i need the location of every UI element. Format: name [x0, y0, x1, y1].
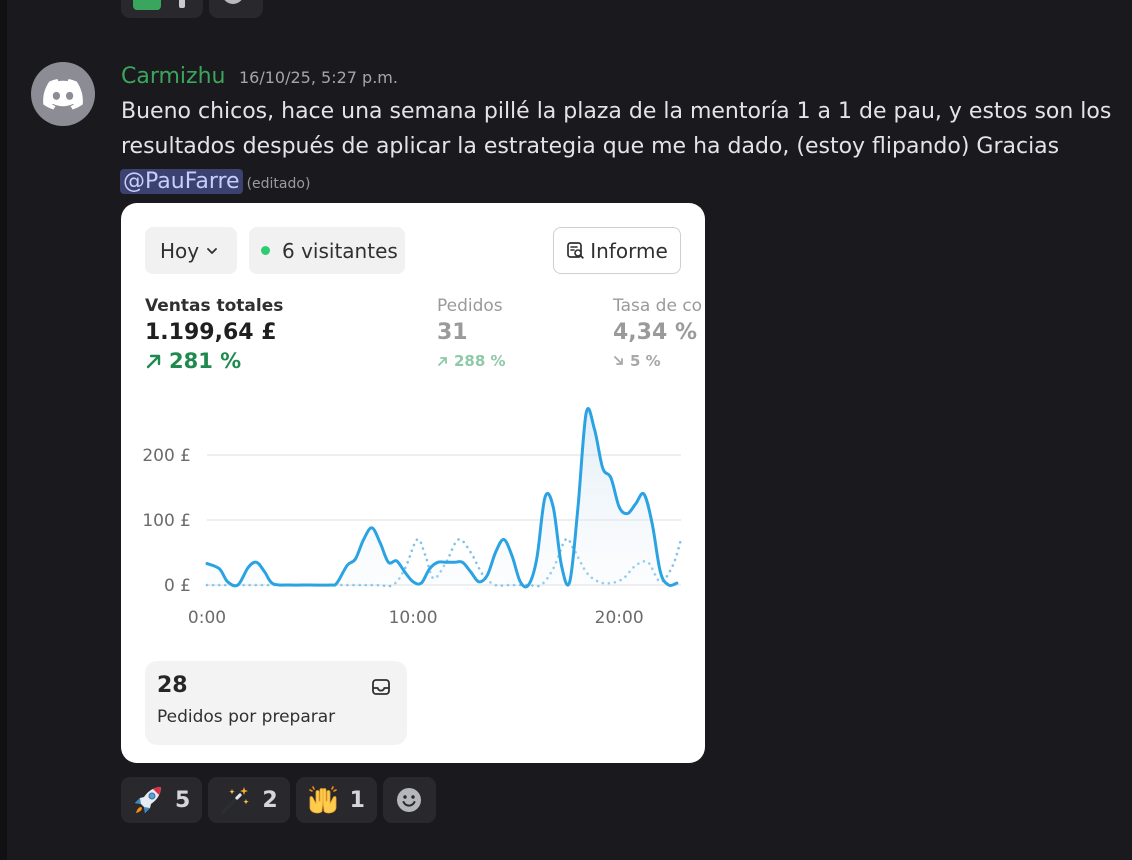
- message-timestamp: 16/10/25, 5:27 p.m.: [239, 68, 398, 87]
- message-line-1: Bueno chicos, hace una semana pillé la p…: [121, 99, 1112, 124]
- message-line-2: resultados después de aplicar la estrate…: [121, 134, 1060, 159]
- orders-to-prepare-card: 28 Pedidos por preparar: [145, 661, 407, 745]
- x-axis-ticks: 0:00 10:00 20:00: [188, 608, 644, 628]
- reaction-count: 5: [175, 787, 191, 813]
- metric-conversion-rate: Tasa de co 4,34 % 5 %: [613, 295, 702, 373]
- check-emoji-icon: [133, 0, 161, 10]
- visitors-badge: 6 visitantes: [249, 227, 405, 274]
- report-button: Informe: [553, 227, 681, 274]
- orders-to-prepare-label: Pedidos por preparar: [157, 707, 336, 727]
- arrow-down-right-icon: [614, 356, 623, 365]
- add-reaction-button[interactable]: [382, 777, 436, 823]
- metric-delta: 5 %: [613, 349, 702, 373]
- metric-value: 1.199,64 £: [145, 320, 277, 345]
- metric-delta-value: 281 %: [169, 349, 242, 373]
- reactions-bar: 5 2 1: [121, 777, 436, 823]
- metric-delta-value: 5 %: [630, 352, 661, 370]
- inbox-icon: [371, 677, 391, 701]
- arrow-up-right-icon: [146, 354, 161, 369]
- metric-label: Pedidos: [437, 296, 503, 316]
- edited-tag: (editado): [246, 176, 311, 192]
- y-tick-label: 0 £: [164, 576, 191, 596]
- live-dot-icon: [261, 246, 270, 255]
- username[interactable]: Carmizhu: [121, 62, 225, 92]
- avatar[interactable]: [31, 62, 95, 126]
- metric-delta: 281 %: [145, 349, 283, 373]
- reaction-raised-hands[interactable]: 1: [295, 777, 377, 823]
- channel-sidebar-edge: [0, 0, 7, 860]
- visitors-label: 6 visitantes: [282, 238, 398, 263]
- x-tick-label: 10:00: [389, 608, 438, 628]
- metric-value: 31: [437, 320, 468, 345]
- y-tick-label: 100 £: [142, 511, 191, 531]
- sales-line-chart: 200 £ 100 £ 0 £ 0:00 10:00 20:00: [142, 407, 683, 628]
- period-selector: Hoy: [145, 227, 237, 274]
- orders-to-prepare-count: 28: [157, 673, 188, 698]
- reaction-rocket[interactable]: 5: [121, 777, 203, 823]
- y-axis-ticks: 200 £ 100 £ 0 £: [142, 446, 191, 596]
- reaction-magic-wand[interactable]: 2: [208, 777, 290, 823]
- smiley-icon: [397, 788, 422, 812]
- previous-reaction[interactable]: [121, 0, 203, 18]
- previous-reaction-count: [179, 0, 185, 8]
- report-search-icon: [567, 242, 584, 259]
- x-tick-label: 20:00: [595, 608, 644, 628]
- metric-label: Tasa de co: [613, 296, 703, 316]
- period-label: Hoy: [160, 238, 200, 263]
- raised-hands-icon: [306, 783, 340, 817]
- discord-channel-view: Carmizhu 16/10/25, 5:27 p.m. Bueno chico…: [0, 0, 1132, 860]
- metric-total-sales: Ventas totales 1.199,64 £ 281 %: [145, 295, 283, 373]
- chart-series: [205, 407, 683, 589]
- arrow-up-right-icon: [438, 357, 447, 366]
- chevron-down-icon: [205, 244, 219, 258]
- discord-logo-icon: [43, 78, 83, 109]
- reaction-count: 1: [349, 787, 365, 813]
- smiley-icon: [222, 0, 244, 4]
- metric-orders: Pedidos 31 288 %: [437, 295, 506, 373]
- metric-value: 4,34 %: [613, 320, 697, 345]
- series-area: [207, 408, 677, 587]
- user-mention[interactable]: @PauFarre: [120, 169, 243, 194]
- message-content: Bueno chicos, hace una semana pillé la p…: [120, 94, 1112, 202]
- y-tick-label: 200 £: [142, 446, 191, 466]
- embedded-screenshot[interactable]: Hoy 6 visitantes Informe Ventas totales …: [121, 203, 705, 763]
- magic-wand-icon: [218, 783, 252, 817]
- previous-add-reaction[interactable]: [209, 0, 263, 18]
- rocket-icon: [131, 783, 165, 817]
- report-label: Informe: [590, 238, 668, 263]
- reaction-count: 2: [262, 787, 278, 813]
- metric-delta: 288 %: [437, 349, 506, 373]
- metric-delta-value: 288 %: [454, 352, 506, 370]
- message-line-3: @PauFarre (editado): [120, 164, 1111, 202]
- metric-label: Ventas totales: [145, 296, 284, 316]
- x-tick-label: 0:00: [188, 608, 226, 628]
